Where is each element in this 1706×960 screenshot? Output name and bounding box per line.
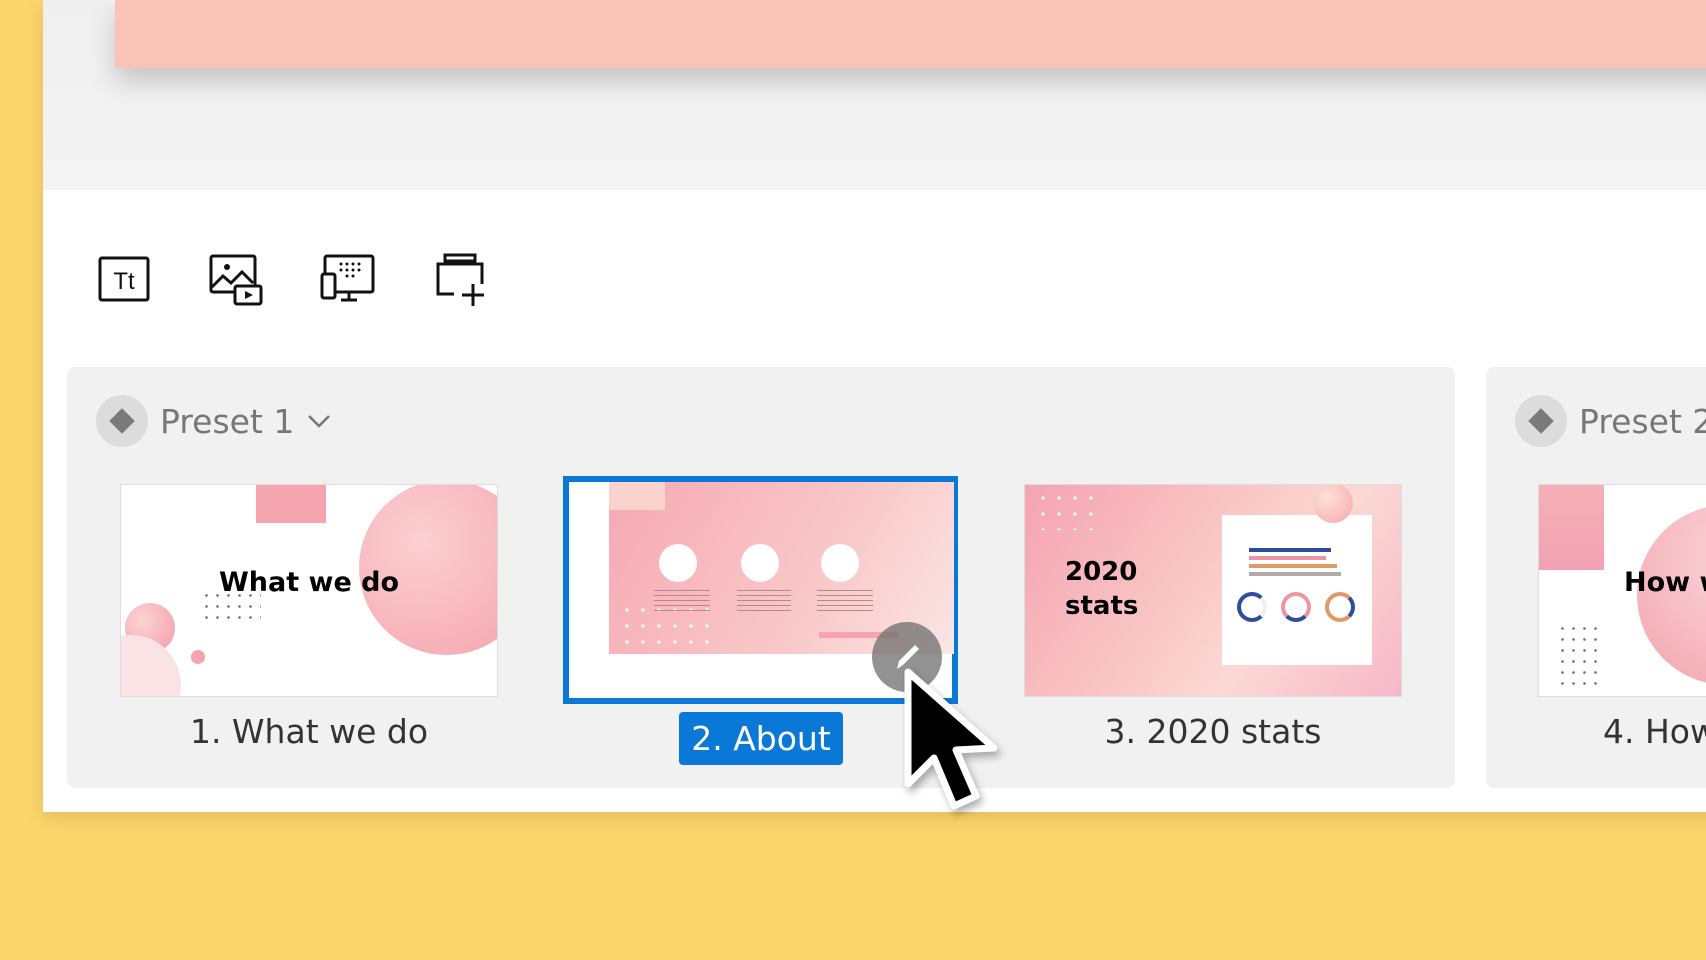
text-tool-button[interactable]: Tt: [95, 250, 153, 308]
preset-group-2: Preset 2 How we 4. How: [1486, 367, 1706, 788]
slide-label-4[interactable]: 4. How: [1603, 712, 1706, 751]
add-slide-icon: [436, 253, 484, 306]
slide-thumbnail-4[interactable]: How we: [1538, 484, 1706, 697]
slide-title: What we do: [219, 567, 400, 598]
panel-icon: [1693, 250, 1706, 308]
slide-thumbnail-3[interactable]: 2020 stats: [1024, 484, 1402, 697]
diamond-icon: [96, 395, 148, 447]
slide-label-3[interactable]: 3. 2020 stats: [1024, 712, 1402, 751]
device-layout-icon: [320, 254, 375, 302]
eye-icon: [659, 544, 697, 582]
preset-group-1: Preset 1 What we do 1. What we do 2. Abo…: [67, 367, 1455, 788]
panel-toggle-button[interactable]: [1693, 250, 1706, 308]
slide-thumbnail-1[interactable]: What we do: [120, 484, 498, 697]
current-slide[interactable]: [115, 0, 1706, 68]
text-icon: Tt: [98, 256, 150, 302]
preset-1-dropdown[interactable]: Preset 1: [96, 395, 332, 447]
editor-panel: Tt Preset 1 What we do 1. What we do 2. …: [43, 0, 1706, 812]
device-layout-button[interactable]: [319, 250, 377, 308]
preset-name: Preset 2: [1579, 401, 1706, 441]
svg-text:Tt: Tt: [113, 268, 135, 295]
chevron-down-icon: [308, 415, 331, 428]
slide-thumbnail-2-selected[interactable]: [563, 476, 958, 704]
media-icon: [209, 254, 263, 306]
slide-label-2-selected[interactable]: 2. About: [679, 712, 843, 765]
slide-title: How we: [1624, 567, 1706, 598]
slide-title-line2: stats: [1065, 591, 1139, 621]
media-tool-button[interactable]: [207, 250, 265, 308]
preset-2-dropdown[interactable]: Preset 2: [1515, 395, 1706, 447]
slide-label-1[interactable]: 1. What we do: [120, 712, 498, 751]
mouse-cursor-icon: [904, 668, 998, 810]
preset-name: Preset 1: [160, 401, 295, 441]
slide-title: 2020: [1065, 557, 1138, 587]
diamond-icon: [1515, 395, 1567, 447]
location-pin-icon: [741, 544, 779, 582]
add-slide-button[interactable]: [432, 250, 490, 308]
send-icon: [821, 544, 859, 582]
